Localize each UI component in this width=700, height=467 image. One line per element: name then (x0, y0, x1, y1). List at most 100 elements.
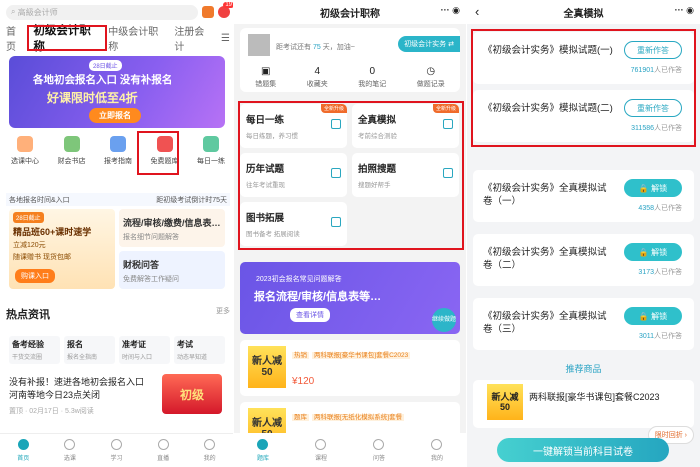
notice-bar[interactable]: 各地报名时间&入口 距初级考试倒计时75天 (6, 193, 230, 206)
nav-study[interactable]: 学习 (110, 439, 122, 462)
banner-line1: 各地初会报名入口 没有补报名 (33, 74, 173, 86)
category-free-question-bank[interactable]: 免费题库 (146, 136, 184, 166)
notification-badge: 19 (223, 2, 233, 8)
promo-faq-card[interactable]: 流程/审核/缴费/信息表… 报名细节问题解答 (119, 209, 225, 247)
profile-card: 距考试还有 75 天，加油~ 初级会计实务 ⇄ ▣ 错题集 4 收藏夹 0 我的笔记 … (240, 28, 460, 92)
hot-cell[interactable]: 报名 报名全指南 (64, 336, 115, 364)
tab-junior-accounting[interactable]: 初级会计职称 (33, 22, 100, 54)
more-link[interactable]: 更多 (216, 306, 230, 322)
nav-me[interactable]: 我的 (204, 439, 216, 462)
product-tag: 题库 (292, 414, 309, 421)
banner-tag: 28日截止 (89, 60, 122, 71)
card-mock-exam[interactable]: 全真模拟 考前综合测验 全新升级 (352, 104, 459, 148)
avatar[interactable] (248, 34, 270, 56)
product-image: 新人减50 (487, 384, 523, 420)
question-bank-icon (156, 136, 173, 152)
category-daily-practice[interactable]: 每日一练 (192, 136, 230, 166)
hot-cell[interactable]: 准考证 时间与入口 (119, 336, 170, 364)
tab-intermediate-accounting[interactable]: 中级会计职称 (108, 23, 166, 53)
question-bank-icon (257, 438, 269, 450)
redo-button[interactable]: 重新作答 (624, 41, 682, 59)
category-row: 选课中心 财会书店 报考指南 免费题库 每日一练 (6, 136, 230, 166)
miniapp-capsule[interactable]: ··· ◉ (441, 5, 460, 16)
unlock-all-button[interactable]: 一键解锁当前科目试卷 (497, 438, 669, 462)
product-item[interactable]: 新人减50 热销 两科联报[豪华书课包]套餐C2023 ¥120 (240, 340, 460, 396)
nav-qa[interactable]: 问答 (373, 438, 385, 462)
card-past-papers[interactable]: 历年试题 往年考试重现 (240, 153, 347, 197)
guide-icon (110, 136, 126, 152)
history[interactable]: ◷ 做题记录 (417, 66, 445, 89)
wrong-questions[interactable]: ▣ 错题集 (255, 66, 276, 89)
continue-practice-button[interactable]: 继续做题 (432, 308, 456, 332)
promo-tax-qa-card[interactable]: 财税问答 免费解答工作疑问 (119, 251, 225, 289)
nav-me[interactable]: 我的 (431, 438, 443, 462)
search-icon: ⌕ (11, 7, 18, 16)
banner-line2: 好课限时低至4折 (47, 91, 138, 105)
bottom-nav: 题库 课程 问答 我的 (234, 433, 466, 467)
card-daily-practice[interactable]: 每日一练 每日练题，养习惯 全新升级 (240, 104, 347, 148)
history-icon: ◷ (426, 66, 436, 77)
category-exam-guide[interactable]: 报考指南 (99, 136, 137, 166)
bottom-nav: 首页 选课 学习 直播 我的 (0, 433, 233, 467)
product-image: 新人减50 (248, 346, 286, 388)
recommend-heading: 推荐商品 (565, 364, 602, 374)
exam-tabs: 首页 初级会计职称 中级会计职称 注册会计 ☰ (6, 25, 230, 53)
exam-item[interactable]: 《初级会计实务》模拟试题(二) 重新作答 311586人已作答 (473, 90, 694, 142)
book-icon (63, 136, 80, 152)
tab-home[interactable]: 首页 (6, 23, 25, 53)
promo-course-card[interactable]: 28日截止 精品班60+课时速学 立减120元 随课赠书 现货包邮 购课入口 (9, 209, 115, 289)
my-notes[interactable]: 0 我的笔记 (358, 66, 386, 89)
favorites[interactable]: 4 收藏夹 (307, 66, 328, 89)
hot-grid: 备考经验 干货交流圈 报名 报名全指南 准考证 时间与入口 考试 动态早知道 (9, 336, 225, 364)
news-item[interactable]: 没有补报！速进各地初会报名入口 河南等地今日23点关闭 置顶 · 02月17日 … (9, 376, 149, 416)
news-thumbnail[interactable]: 初级 (162, 374, 222, 414)
calendar-icon[interactable] (202, 6, 214, 18)
nav-home[interactable]: 首页 (17, 439, 29, 462)
tab-cpa[interactable]: 注册会计 (174, 23, 213, 53)
banner-button[interactable]: 立即报名 (89, 108, 141, 123)
nav-courses[interactable]: 课程 (315, 438, 327, 462)
view-details-button[interactable]: 查看详情 (290, 308, 330, 322)
unlock-button[interactable]: 🔒 解锁 (624, 243, 682, 261)
calendar-icon (331, 168, 341, 178)
faq-banner[interactable]: 2023初会报名常见问题解答 报名流程/审核/信息表等… 查看详情 继续做题 (240, 262, 460, 334)
switch-subject-button[interactable]: 初级会计实务 ⇄ (398, 36, 460, 52)
exam-item[interactable]: 《初级会计实务》全真模拟试卷（二） 🔒 解锁 3173人已作答 (473, 234, 694, 286)
hot-cell[interactable]: 备考经验 干货交流圈 (9, 336, 60, 364)
miniapp-capsule[interactable]: ··· ◉ (675, 5, 694, 16)
exam-item[interactable]: 《初级会计实务》模拟试题(一) 重新作答 761901人已作答 (473, 32, 694, 84)
home-screen: ⌕ 高級会计师 19 首页 初级会计职称 中级会计职称 注册会计 ☰ 28日截止… (0, 0, 233, 467)
recommended-product[interactable]: 新人减50 两科联报[豪华书课包]套餐C2023 (473, 380, 694, 428)
promo-banner[interactable]: 28日截止 各地初会报名入口 没有补报名 好课限时低至4折 立即报名 (9, 56, 225, 128)
notification-icon[interactable]: 19 (218, 2, 233, 18)
search-input[interactable]: ⌕ 高級会计师 (6, 4, 198, 20)
nav-question-bank[interactable]: 题库 (257, 438, 269, 462)
category-course-center[interactable]: 选课中心 (6, 136, 44, 166)
home-icon (17, 439, 29, 450)
unlock-button[interactable]: 🔒 解锁 (624, 307, 682, 325)
pencil-icon (443, 119, 453, 129)
nav-courses[interactable]: 选课 (64, 439, 76, 462)
question-bank-screen: 初级会计职称 ··· ◉ 距考试还有 75 天，加油~ 初级会计实务 ⇄ ▣ 错题… (234, 0, 466, 467)
redo-button[interactable]: 重新作答 (624, 99, 682, 117)
exam-item[interactable]: 《初级会计实务》全真模拟试卷（一） 🔒 解锁 4358人已作答 (473, 170, 694, 222)
category-bookstore[interactable]: 财会书店 (53, 136, 91, 166)
exam-item[interactable]: 《初级会计实务》全真模拟试卷（三） 🔒 解锁 3011人已作答 (473, 298, 694, 350)
card-photo-search[interactable]: 拍照搜题 搜题好帮手 (352, 153, 459, 197)
unlock-button[interactable]: 🔒 解锁 (624, 179, 682, 197)
feature-grid: 每日一练 每日练题，养习惯 全新升级 全真模拟 考前综合测验 全新升级 历年试题 往年考试… (240, 104, 460, 246)
nav-live[interactable]: 直播 (157, 439, 169, 462)
countdown: 距考试还有 75 天，加油~ (276, 44, 355, 51)
profile-icon (431, 438, 443, 450)
daily-icon (203, 136, 219, 152)
buy-course-button[interactable]: 购课入口 (15, 269, 55, 283)
mock-exam-screen: ‹ 全真模拟 ··· ◉ 《初级会计实务》模拟试题(一) 重新作答 761901… (467, 0, 700, 467)
product-price: ¥120 (292, 376, 315, 387)
card-books[interactable]: 图书拓展 图书备考 拓展阅读 (240, 202, 347, 246)
courses-icon (64, 439, 76, 450)
study-icon (110, 439, 122, 450)
layers-icon (331, 119, 341, 129)
hot-cell[interactable]: 考试 动态早知道 (174, 336, 225, 364)
back-icon[interactable]: ‹ (475, 4, 479, 19)
menu-icon[interactable]: ☰ (221, 33, 230, 44)
